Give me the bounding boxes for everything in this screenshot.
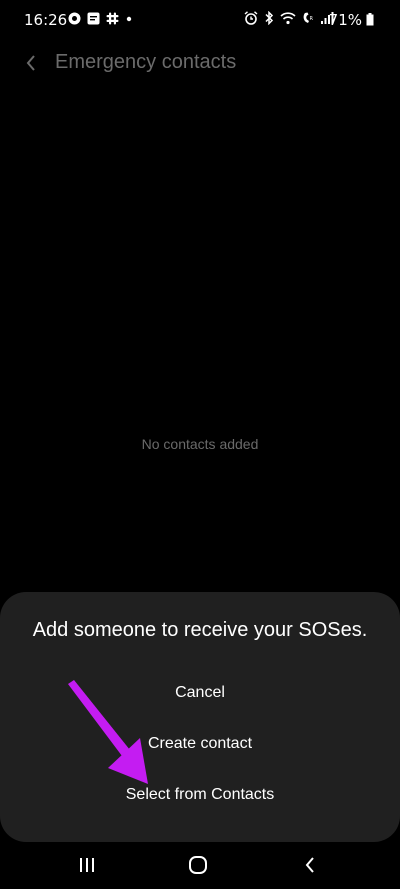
wifi-icon	[280, 12, 296, 25]
status-right-icons: R	[244, 11, 334, 25]
app-bar: Emergency contacts	[0, 40, 400, 86]
page-title: Emergency contacts	[55, 51, 237, 73]
status-left-icons	[68, 12, 133, 25]
chevron-left-icon	[26, 55, 35, 71]
record-icon	[68, 12, 81, 25]
select-from-contacts-button[interactable]: Select from Contacts	[0, 773, 400, 817]
message-icon	[87, 12, 100, 25]
home-button[interactable]	[178, 850, 218, 880]
battery-percent: 71%	[328, 11, 362, 29]
slack-icon	[106, 12, 119, 25]
bottom-sheet: Add someone to receive your SOSes. Cance…	[0, 592, 400, 842]
recents-button[interactable]	[67, 850, 107, 880]
battery-icon	[366, 13, 374, 26]
back-icon	[305, 857, 314, 873]
status-time: 16:26	[24, 11, 68, 29]
dot-icon	[126, 16, 132, 22]
navigation-bar	[0, 842, 400, 889]
nav-back-button[interactable]	[290, 850, 330, 880]
volte-icon: R	[303, 12, 314, 23]
create-contact-button[interactable]: Create contact	[0, 722, 400, 766]
back-button[interactable]	[18, 50, 44, 76]
svg-text:R: R	[310, 16, 314, 22]
status-bar: 16:26 R 71%	[0, 0, 400, 40]
alarm-icon	[244, 11, 258, 25]
cancel-button[interactable]: Cancel	[0, 671, 400, 715]
recents-icon	[80, 858, 94, 872]
home-icon	[189, 856, 207, 874]
sheet-title: Add someone to receive your SOSes.	[32, 619, 368, 641]
empty-state-text: No contacts added	[141, 436, 259, 452]
bluetooth-icon	[265, 11, 274, 25]
